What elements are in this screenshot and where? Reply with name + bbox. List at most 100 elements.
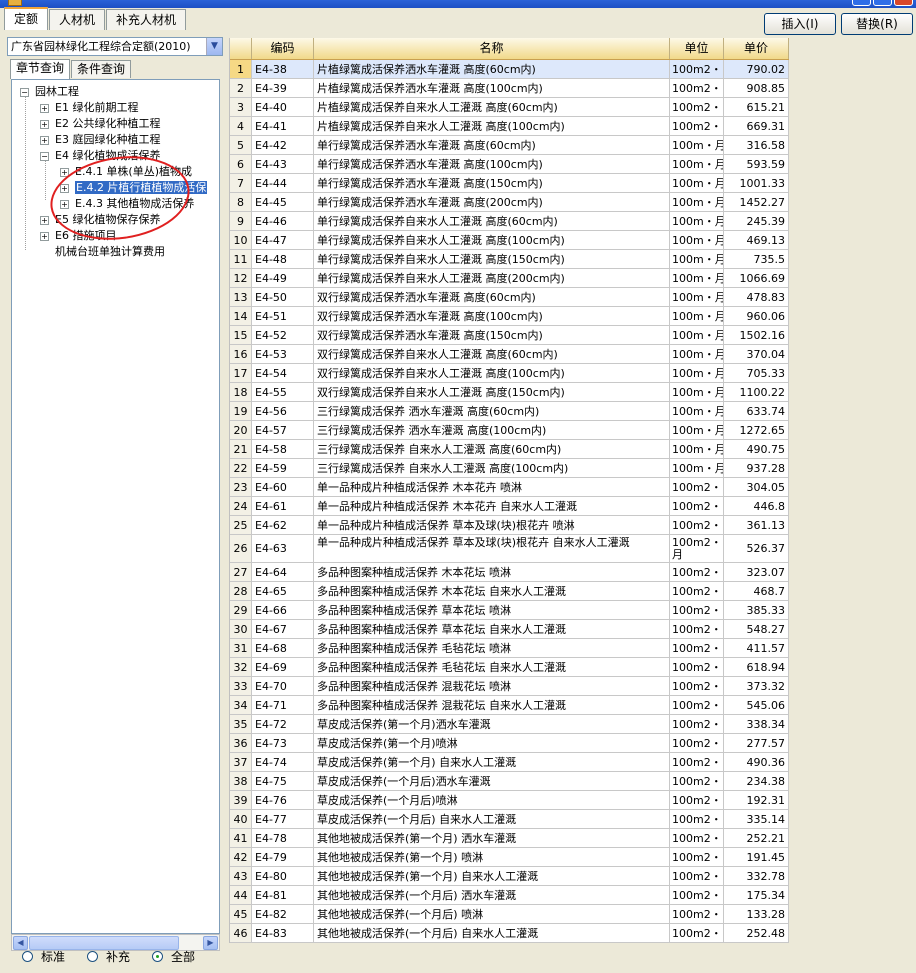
table-row[interactable]: 31 E4-68 多品种图案种植成活保养 毛毡花坛 喷淋 100m2・ 411.57: [230, 639, 789, 658]
insert-button[interactable]: 插入(I): [764, 13, 836, 35]
table-row[interactable]: 42 E4-79 其他地被成活保养(第一个月) 喷淋 100m2・ 191.45: [230, 848, 789, 867]
table-row[interactable]: 18 E4-55 双行绿篱成活保养自来水人工灌溉 高度(150cm内) 100m・月 1…: [230, 383, 789, 402]
radio-all-circle[interactable]: [152, 951, 164, 962]
table-row[interactable]: 10 E4-47 单行绿篱成活保养自来水人工灌溉 高度(100cm内) 100m・月 4…: [230, 231, 789, 250]
table-row[interactable]: 7 E4-44 单行绿篱成活保养洒水车灌溉 高度(150cm内) 100m・月 1001…: [230, 174, 789, 193]
tree-node-e2[interactable]: + E2 公共绿化种植工程: [40, 116, 160, 132]
col-header-unit[interactable]: 单位: [670, 38, 724, 59]
tab-quota[interactable]: 定额: [4, 7, 49, 30]
table-row[interactable]: 45 E4-82 其他地被成活保养(一个月后) 喷淋 100m2・ 133.28: [230, 905, 789, 924]
expand-icon[interactable]: +: [40, 135, 49, 145]
cell-price: 1452.27: [724, 193, 789, 211]
row-index: 43: [230, 867, 252, 885]
collapse-icon[interactable]: −: [40, 151, 49, 161]
table-row[interactable]: 15 E4-52 双行绿篱成活保养洒水车灌溉 高度(150cm内) 100m・月 150…: [230, 326, 789, 345]
expand-icon[interactable]: +: [40, 231, 49, 241]
table-row[interactable]: 2 E4-39 片植绿篱成活保养洒水车灌溉 高度(100cm内) 100m2・ 908.…: [230, 79, 789, 98]
table-row[interactable]: 23 E4-60 单一品种成片种植成活保养 木本花卉 喷淋 100m2・ 304.05: [230, 478, 789, 497]
cell-code: E4-39: [252, 79, 314, 97]
expand-icon[interactable]: +: [40, 119, 49, 129]
row-index: 8: [230, 193, 252, 211]
cell-code: E4-76: [252, 791, 314, 809]
table-row[interactable]: 6 E4-43 单行绿篱成活保养洒水车灌溉 高度(100cm内) 100m・月 593.…: [230, 155, 789, 174]
table-row[interactable]: 29 E4-66 多品种图案种植成活保养 草本花坛 喷淋 100m2・ 385.33: [230, 601, 789, 620]
maximize-button[interactable]: [873, 0, 892, 6]
table-row[interactable]: 36 E4-73 草皮成活保养(第一个月)喷淋 100m2・ 277.57: [230, 734, 789, 753]
cell-code: E4-75: [252, 772, 314, 790]
table-row[interactable]: 35 E4-72 草皮成活保养(第一个月)洒水车灌溉 100m2・ 338.34: [230, 715, 789, 734]
collapse-icon[interactable]: −: [20, 87, 29, 97]
table-row[interactable]: 12 E4-49 单行绿篱成活保养自来水人工灌溉 高度(200cm内) 100m・月 1…: [230, 269, 789, 288]
tab-condition-query[interactable]: 条件查询: [71, 60, 132, 78]
tree-node-machine[interactable]: 机械台班单独计算费用: [55, 244, 165, 260]
table-row[interactable]: 20 E4-57 三行绿篱成活保养 洒水车灌溉 高度(100cm内) 100m・月 12…: [230, 421, 789, 440]
table-row[interactable]: 32 E4-69 多品种图案种植成活保养 毛毡花坛 自来水人工灌溉 100m2・ 618…: [230, 658, 789, 677]
table-row[interactable]: 5 E4-42 单行绿篱成活保养洒水车灌溉 高度(60cm内) 100m・月 316.5…: [230, 136, 789, 155]
table-row[interactable]: 25 E4-62 单一品种成片种植成活保养 草本及球(块)根花卉 喷淋 100m2・ 3…: [230, 516, 789, 535]
close-button[interactable]: [894, 0, 913, 6]
table-row[interactable]: 39 E4-76 草皮成活保养(一个月后)喷淋 100m2・ 192.31: [230, 791, 789, 810]
table-row[interactable]: 27 E4-64 多品种图案种植成活保养 木本花坛 喷淋 100m2・ 323.07: [230, 563, 789, 582]
minimize-button[interactable]: [852, 0, 871, 6]
table-row[interactable]: 28 E4-65 多品种图案种植成活保养 木本花坛 自来水人工灌溉 100m2・ 468…: [230, 582, 789, 601]
replace-button[interactable]: 替换(R): [841, 13, 913, 35]
cell-name: 单一品种成片种植成活保养 木本花卉 喷淋: [314, 478, 670, 496]
chevron-down-icon[interactable]: ▼: [206, 38, 222, 55]
row-index: 26: [230, 535, 252, 562]
tab-chapter-query[interactable]: 章节查询: [10, 59, 71, 79]
tree-guide: [45, 158, 46, 200]
table-row[interactable]: 38 E4-75 草皮成活保养(一个月后)洒水车灌溉 100m2・ 234.38: [230, 772, 789, 791]
table-row[interactable]: 13 E4-50 双行绿篱成活保养洒水车灌溉 高度(60cm内) 100m・月 478.…: [230, 288, 789, 307]
tab-supplementary-lmm[interactable]: 补充人材机: [106, 9, 187, 30]
quota-library-select[interactable]: 广东省园林绿化工程综合定额(2010) ▼: [7, 37, 223, 56]
radio-standard-circle[interactable]: [22, 951, 33, 962]
table-row[interactable]: 1 E4-38 片植绿篱成活保养洒水车灌溉 高度(60cm内) 100m2・ 790.0…: [230, 60, 789, 79]
col-header-price[interactable]: 单价: [724, 38, 789, 59]
tree-node-e1[interactable]: + E1 绿化前期工程: [40, 100, 138, 116]
expand-icon[interactable]: +: [40, 215, 49, 225]
row-index: 9: [230, 212, 252, 230]
table-row[interactable]: 9 E4-46 单行绿篱成活保养自来水人工灌溉 高度(60cm内) 100m・月 245…: [230, 212, 789, 231]
table-row[interactable]: 33 E4-70 多品种图案种植成活保养 混栽花坛 喷淋 100m2・ 373.32: [230, 677, 789, 696]
row-index: 14: [230, 307, 252, 325]
table-row[interactable]: 34 E4-71 多品种图案种植成活保养 混栽花坛 自来水人工灌溉 100m2・ 545…: [230, 696, 789, 715]
radio-standard[interactable]: 标准: [22, 948, 65, 965]
table-row[interactable]: 17 E4-54 双行绿篱成活保养自来水人工灌溉 高度(100cm内) 100m・月 7…: [230, 364, 789, 383]
col-header-name[interactable]: 名称: [314, 38, 670, 59]
tree-node-e3[interactable]: + E3 庭园绿化种植工程: [40, 132, 160, 148]
table-row[interactable]: 46 E4-83 其他地被成活保养(一个月后) 自来水人工灌溉 100m2・ 252.4…: [230, 924, 789, 943]
cell-name: 单行绿篱成活保养自来水人工灌溉 高度(100cm内): [314, 231, 670, 249]
cell-code: E4-56: [252, 402, 314, 420]
table-row[interactable]: 43 E4-80 其他地被成活保养(第一个月) 自来水人工灌溉 100m2・ 332.7…: [230, 867, 789, 886]
tree-node-root[interactable]: − 园林工程: [20, 84, 79, 100]
table-row[interactable]: 16 E4-53 双行绿篱成活保养自来水人工灌溉 高度(60cm内) 100m・月 37…: [230, 345, 789, 364]
row-index: 24: [230, 497, 252, 515]
row-index: 32: [230, 658, 252, 676]
table-row[interactable]: 21 E4-58 三行绿篱成活保养 自来水人工灌溉 高度(60cm内) 100m・月 4…: [230, 440, 789, 459]
table-row[interactable]: 11 E4-48 单行绿篱成活保养自来水人工灌溉 高度(150cm内) 100m・月 7…: [230, 250, 789, 269]
table-row[interactable]: 24 E4-61 单一品种成片种植成活保养 木本花卉 自来水人工灌溉 100m2・ 44…: [230, 497, 789, 516]
table-row[interactable]: 37 E4-74 草皮成活保养(第一个月) 自来水人工灌溉 100m2・ 490.36: [230, 753, 789, 772]
table-row[interactable]: 22 E4-59 三行绿篱成活保养 自来水人工灌溉 高度(100cm内) 100m・月…: [230, 459, 789, 478]
table-row[interactable]: 14 E4-51 双行绿篱成活保养洒水车灌溉 高度(100cm内) 100m・月 960…: [230, 307, 789, 326]
query-tabs: 章节查询 条件查询: [10, 59, 132, 79]
radio-supplementary-circle[interactable]: [87, 951, 99, 962]
table-row[interactable]: 3 E4-40 片植绿篱成活保养自来水人工灌溉 高度(60cm内) 100m2・ 615…: [230, 98, 789, 117]
table-row[interactable]: 30 E4-67 多品种图案种植成活保养 草本花坛 自来水人工灌溉 100m2・ 548…: [230, 620, 789, 639]
table-row[interactable]: 4 E4-41 片植绿篱成活保养自来水人工灌溉 高度(100cm内) 100m2・ 66…: [230, 117, 789, 136]
radio-supplementary[interactable]: 补充: [87, 948, 130, 965]
cell-code: E4-73: [252, 734, 314, 752]
col-header-code[interactable]: 编码: [252, 38, 314, 59]
table-row[interactable]: 44 E4-81 其他地被成活保养(一个月后) 洒水车灌溉 100m2・ 175.34: [230, 886, 789, 905]
radio-all[interactable]: 全部: [152, 948, 195, 965]
table-row[interactable]: 40 E4-77 草皮成活保养(一个月后) 自来水人工灌溉 100m2・ 335.14: [230, 810, 789, 829]
cell-code: E4-81: [252, 886, 314, 904]
tab-labor-material-machine[interactable]: 人材机: [49, 9, 106, 30]
table-row[interactable]: 8 E4-45 单行绿篱成活保养洒水车灌溉 高度(200cm内) 100m・月 1452…: [230, 193, 789, 212]
cell-code: E4-58: [252, 440, 314, 458]
row-index: 1: [230, 60, 252, 78]
table-row[interactable]: 19 E4-56 三行绿篱成活保养 洒水车灌溉 高度(60cm内) 100m・月 633…: [230, 402, 789, 421]
table-row[interactable]: 41 E4-78 其他地被成活保养(第一个月) 洒水车灌溉 100m2・ 252.21: [230, 829, 789, 848]
table-row[interactable]: 26 E4-63 单一品种成片种植成活保养 草本及球(块)根花卉 自来水人工灌溉 10…: [230, 535, 789, 563]
expand-icon[interactable]: +: [40, 103, 49, 113]
